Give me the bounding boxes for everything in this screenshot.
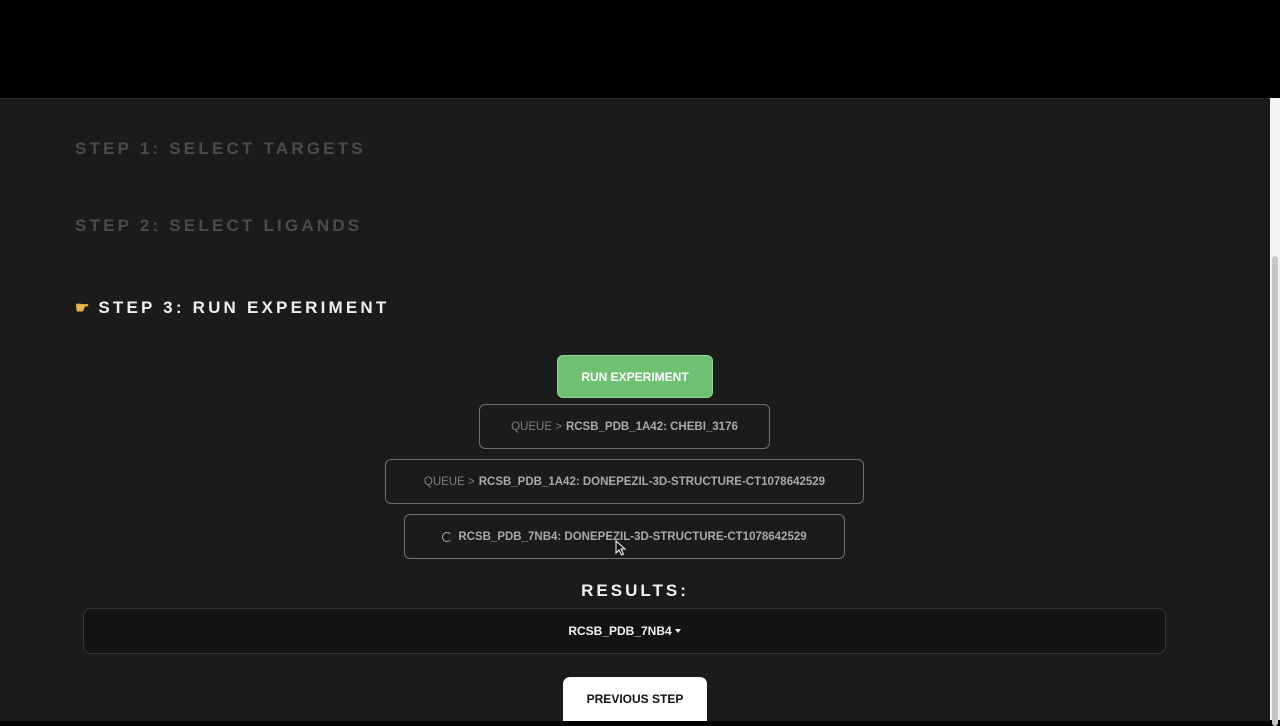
running-item-name: RCSB_PDB_7NB4: DONEPEZIL-3D-STRUCTURE-CT… (458, 530, 807, 543)
queue-item-name: RCSB_PDB_1A42: CHEBI_3176 (565, 420, 738, 433)
queue-prefix: QUEUE > (423, 475, 475, 488)
previous-step-button[interactable]: PREVIOUS STEP (563, 677, 707, 721)
queue-prefix: QUEUE > (511, 420, 562, 433)
experiment-page: STEP 1: SELECT TARGETS STEP 2: SELECT LI… (0, 98, 1270, 721)
step-1-heading[interactable]: STEP 1: SELECT TARGETS (75, 139, 366, 159)
pointing-hand-icon: ☛ (75, 300, 90, 317)
run-experiment-button[interactable]: RUN EXPERIMENT (557, 355, 713, 398)
results-target-dropdown[interactable]: RCSB_PDB_7NB4 (568, 624, 681, 638)
results-title: RESULTS: (581, 581, 689, 600)
step-2-heading[interactable]: STEP 2: SELECT LIGANDS (75, 216, 362, 236)
caret-down-icon (674, 629, 681, 633)
queue-item: QUEUE > RCSB_PDB_1A42: DONEPEZIL-3D-STRU… (385, 459, 864, 504)
spinner-icon (442, 531, 453, 542)
results-selected-target: RCSB_PDB_7NB4 (568, 624, 672, 638)
step-3-heading: ☛ STEP 3: RUN EXPERIMENT (75, 298, 389, 318)
vertical-scrollbar[interactable] (1270, 98, 1280, 726)
results-bar: RCSB_PDB_7NB4 (83, 608, 1166, 654)
queue-item-name: RCSB_PDB_1A42: DONEPEZIL-3D-STRUCTURE-CT… (478, 475, 826, 488)
scrollbar-thumb[interactable] (1272, 256, 1278, 726)
mouse-cursor-icon (615, 540, 627, 556)
top-black-bar (0, 0, 1280, 98)
queue-item: QUEUE > RCSB_PDB_1A42: CHEBI_3176 (479, 404, 770, 449)
step-3-label: STEP 3: RUN EXPERIMENT (98, 298, 390, 317)
